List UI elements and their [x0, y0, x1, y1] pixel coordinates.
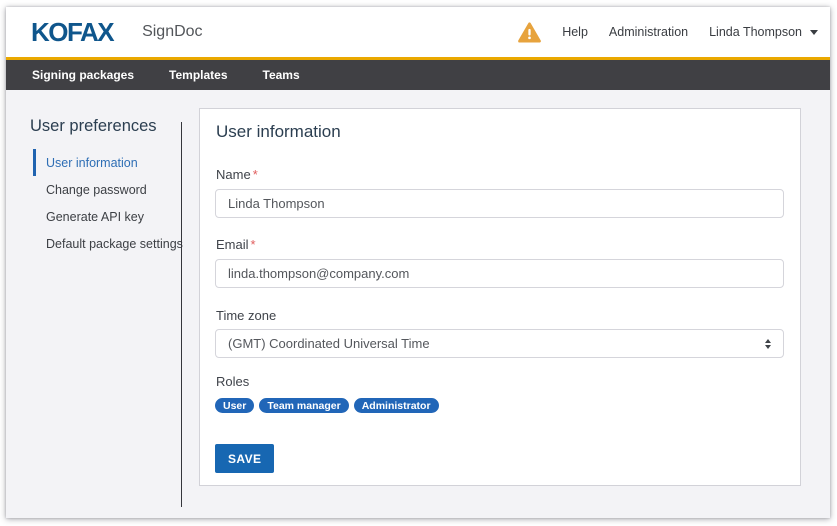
user-information-panel: User information Name* Email* Time zone … [199, 108, 801, 486]
timezone-label: Time zone [216, 308, 276, 323]
name-field[interactable] [215, 189, 784, 218]
kofax-logo: KOFAX [31, 17, 113, 48]
sidebar-item-user-information[interactable]: User information [33, 149, 183, 176]
email-label: Email* [216, 237, 256, 252]
sidebar-item-default-package-settings[interactable]: Default package settings [33, 230, 183, 257]
user-menu[interactable]: Linda Thompson [709, 25, 818, 39]
sidebar-title: User preferences [30, 117, 157, 136]
administration-link[interactable]: Administration [609, 25, 688, 39]
name-label: Name* [216, 167, 258, 182]
timezone-select[interactable]: (GMT) Coordinated Universal Time [215, 329, 784, 358]
nav-item-signing-packages[interactable]: Signing packages [32, 68, 134, 82]
sidebar-menu: User information Change password Generat… [33, 149, 183, 257]
sidebar-item-change-password[interactable]: Change password [33, 176, 183, 203]
content-area: User preferences User information Change… [6, 90, 830, 518]
help-link[interactable]: Help [562, 25, 588, 39]
panel-title: User information [216, 122, 341, 142]
product-name: SignDoc [142, 23, 202, 41]
app-header: KOFAX SignDoc Help Administration Linda … [6, 7, 830, 57]
required-marker: * [253, 167, 258, 182]
main-nav: Signing packages Templates Teams [6, 60, 830, 90]
role-badge-team-manager: Team manager [259, 398, 348, 413]
role-badge-administrator: Administrator [354, 398, 439, 413]
warning-triangle-icon[interactable] [518, 22, 541, 43]
email-field[interactable] [215, 259, 784, 288]
sidebar-item-generate-api-key[interactable]: Generate API key [33, 203, 183, 230]
chevron-down-icon [810, 30, 818, 35]
nav-item-templates[interactable]: Templates [169, 68, 227, 82]
app-window: KOFAX SignDoc Help Administration Linda … [6, 7, 830, 518]
roles-badge-list: User Team manager Administrator [215, 398, 439, 413]
required-marker: * [251, 237, 256, 252]
nav-item-teams[interactable]: Teams [263, 68, 300, 82]
save-button[interactable]: SAVE [215, 444, 274, 473]
role-badge-user: User [215, 398, 254, 413]
header-actions: Help Administration Linda Thompson [518, 22, 818, 43]
timezone-selected-value: (GMT) Coordinated Universal Time [228, 336, 430, 351]
sidebar-divider [181, 122, 182, 507]
roles-label: Roles [216, 374, 249, 389]
user-menu-label: Linda Thompson [709, 25, 802, 39]
select-updown-icon [765, 339, 771, 349]
